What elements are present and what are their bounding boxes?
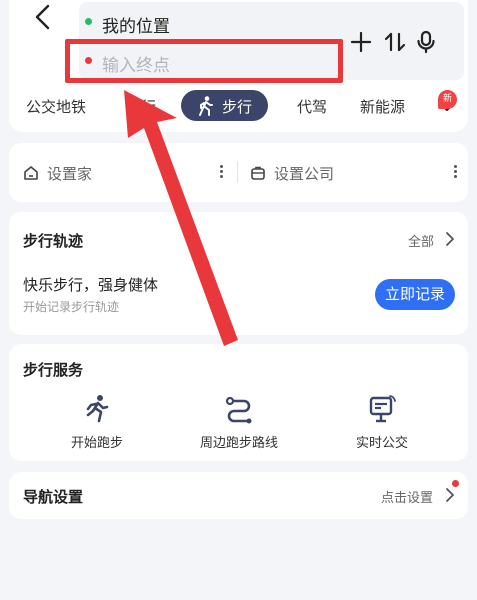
notification-dot — [452, 480, 459, 487]
chevron-right-icon[interactable] — [445, 232, 455, 246]
chevron-right-icon[interactable] — [445, 488, 455, 502]
tab-transit[interactable]: 公交地铁 — [26, 96, 86, 117]
home-more-icon[interactable] — [220, 165, 223, 179]
click-to-set-link[interactable]: 点击设置 — [381, 487, 433, 506]
shortcut-card: 设置家 设置公司 — [9, 143, 468, 202]
track-slogan: 快乐步行，强身健体 — [23, 276, 159, 294]
set-home-button[interactable]: 设置家 — [47, 163, 92, 184]
start-running-label: 开始跑步 — [70, 436, 123, 451]
navigation-settings-title: 导航设置 — [23, 488, 84, 506]
start-running-item[interactable]: 开始跑步 — [37, 394, 157, 451]
track-subtitle: 开始记录步行轨迹 — [23, 300, 120, 314]
realtime-bus-label: 实时公交 — [355, 436, 408, 451]
tab-walking[interactable]: 步行 — [181, 90, 268, 121]
add-waypoint-icon[interactable] — [349, 30, 373, 54]
back-arrow-icon[interactable] — [31, 4, 57, 30]
transport-mode-tabs: 公交地铁 行 步行 代驾 新能源 — [9, 90, 468, 121]
start-point-dot — [85, 18, 92, 25]
tab-designated-driver[interactable]: 代驾 — [297, 96, 327, 117]
swap-route-icon[interactable] — [383, 30, 407, 54]
route-icon — [225, 396, 252, 424]
walking-service-card: 步行服务 开始跑步 周边跑步路线 实时公交 — [9, 344, 468, 461]
set-company-button[interactable]: 设置公司 — [274, 163, 334, 184]
tab-walking-label: 步行 — [222, 98, 253, 116]
running-icon — [86, 395, 109, 423]
walking-service-title: 步行服务 — [23, 361, 84, 379]
tab-new-energy[interactable]: 新能源 — [360, 96, 405, 117]
start-location-field[interactable]: 我的位置 — [102, 12, 170, 37]
new-badge: 新 — [438, 90, 457, 109]
navigation-settings-card[interactable]: 导航设置 点击设置 — [9, 472, 468, 519]
walking-icon — [199, 96, 213, 116]
record-now-button[interactable]: 立即记录 — [375, 279, 455, 310]
walking-track-title: 步行轨迹 — [23, 232, 84, 250]
home-icon — [24, 166, 38, 180]
destination-highlight-box — [65, 39, 343, 83]
realtime-bus-item[interactable]: 实时公交 — [322, 394, 442, 451]
tab-cycling[interactable]: 行 — [141, 96, 156, 117]
company-more-icon[interactable] — [454, 165, 457, 179]
microphone-icon[interactable] — [414, 30, 438, 54]
divider — [237, 161, 238, 183]
view-all-link[interactable]: 全部 — [408, 231, 434, 250]
briefcase-icon — [251, 166, 265, 180]
walking-track-card: 步行轨迹 全部 快乐步行，强身健体 开始记录步行轨迹 立即记录 — [9, 212, 468, 335]
nearby-running-routes-label: 周边跑步路线 — [199, 436, 278, 451]
nearby-running-routes-item[interactable]: 周边跑步路线 — [179, 394, 299, 451]
bus-stop-icon — [369, 395, 396, 423]
